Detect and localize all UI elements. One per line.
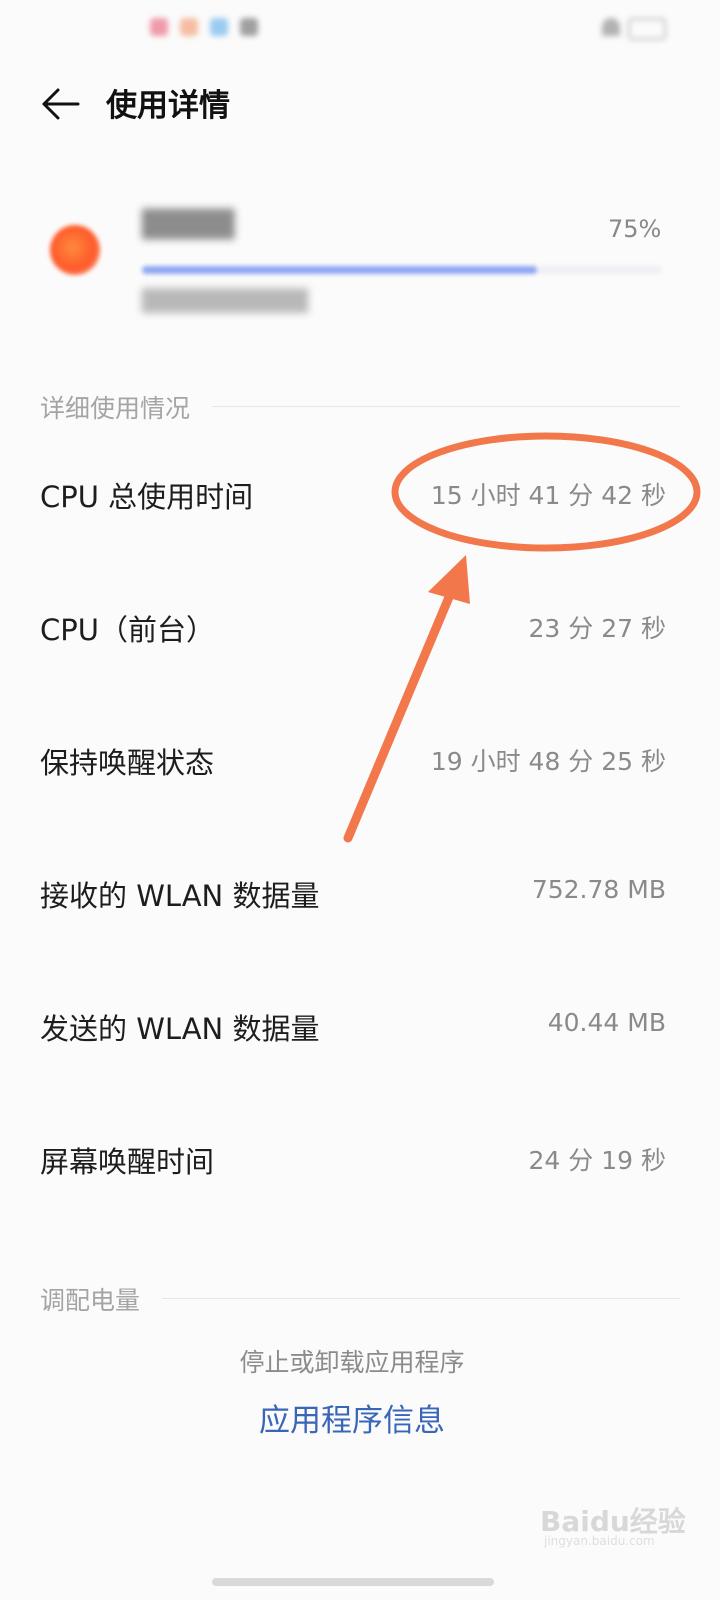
row-label: CPU（前台） xyxy=(40,613,215,647)
usage-list: CPU 总使用时间 15 小时 41 分 42 秒 CPU（前台） 23 分 2… xyxy=(40,428,666,1226)
status-bar xyxy=(0,0,720,56)
section-label: 调配电量 xyxy=(40,1281,163,1317)
usage-row-wlan-received: 接收的 WLAN 数据量 752.78 MB xyxy=(40,827,666,960)
row-label: 接收的 WLAN 数据量 xyxy=(40,879,320,913)
wifi-icon xyxy=(602,18,620,36)
row-value: 24 分 19 秒 xyxy=(528,1146,666,1175)
notification-icon xyxy=(180,18,198,36)
watermark-subtext: jingyan.baidu.com xyxy=(544,1534,655,1548)
section-detail-usage: 详细使用情况 xyxy=(40,389,680,425)
notification-icon xyxy=(210,18,228,36)
app-icon xyxy=(50,225,100,275)
row-value: 19 小时 48 分 25 秒 xyxy=(430,747,666,776)
app-usage-card: ▇▇▇▇ 75% ▇▇▇▇▇▇▇▇▇ xyxy=(0,175,720,335)
battery-icon xyxy=(628,18,666,40)
row-label: 发送的 WLAN 数据量 xyxy=(40,1012,320,1046)
row-label: 屏幕唤醒时间 xyxy=(40,1145,215,1179)
notification-icon xyxy=(240,18,258,36)
app-info-link[interactable]: 应用程序信息 xyxy=(0,1395,704,1440)
row-value: 40.44 MB xyxy=(547,1008,666,1037)
app-bar: 使用详情 xyxy=(0,56,720,148)
page-title: 使用详情 xyxy=(106,88,230,124)
usage-row-screen-awake: 屏幕唤醒时间 24 分 19 秒 xyxy=(40,1093,666,1226)
usage-progress-bar xyxy=(142,266,662,274)
usage-progress-fill xyxy=(142,266,538,274)
app-usage-percent: 75% xyxy=(608,215,662,243)
usage-row-cpu-total: CPU 总使用时间 15 小时 41 分 42 秒 xyxy=(40,428,666,561)
section-label: 详细使用情况 xyxy=(40,389,213,425)
stop-uninstall-description: 停止或卸载应用程序 xyxy=(239,1348,465,1377)
row-label: 保持唤醒状态 xyxy=(40,746,215,780)
row-value: 752.78 MB xyxy=(531,875,666,904)
gesture-nav-bar[interactable] xyxy=(212,1578,494,1586)
back-arrow-icon xyxy=(42,88,80,120)
row-value: 23 分 27 秒 xyxy=(528,614,666,643)
row-value: 15 小时 41 分 42 秒 xyxy=(430,481,666,510)
section-battery-adjust: 调配电量 xyxy=(40,1281,680,1317)
app-name: ▇▇▇▇ xyxy=(142,205,235,240)
notification-icon xyxy=(150,18,168,36)
usage-row-wlan-sent: 发送的 WLAN 数据量 40.44 MB xyxy=(40,960,666,1093)
usage-row-cpu-foreground: CPU（前台） 23 分 27 秒 xyxy=(40,561,666,694)
row-label: CPU 总使用时间 xyxy=(40,480,254,514)
usage-row-keep-awake: 保持唤醒状态 19 小时 48 分 25 秒 xyxy=(40,694,666,827)
baidu-watermark: Baidu经验 jingyan.baidu.com xyxy=(540,1488,700,1548)
back-button[interactable] xyxy=(40,82,84,126)
app-subtitle: ▇▇▇▇▇▇▇▇▇ xyxy=(142,285,309,313)
